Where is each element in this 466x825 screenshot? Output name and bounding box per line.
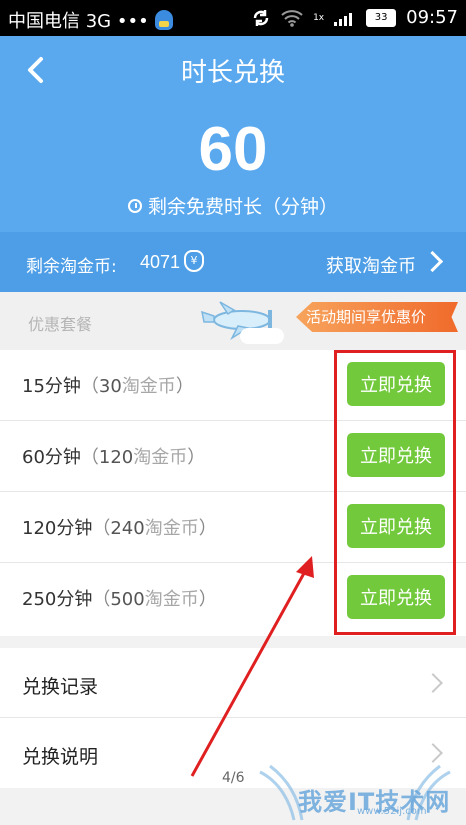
clock-icon [127, 198, 142, 213]
package-close-paren: ） [175, 376, 194, 397]
coin-bag-icon: ¥ [184, 250, 204, 272]
package-price: 240 [110, 518, 145, 539]
package-row: 60分钟（120淘金币） 立即兑换 [0, 421, 466, 492]
chevron-right-icon[interactable] [421, 250, 444, 273]
remaining-minutes-value: 60 [198, 115, 268, 184]
package-duration: 120分钟 [22, 518, 93, 539]
menu-item-label: 兑换记录 [22, 676, 99, 698]
coin-balance-value: 4071 [140, 252, 181, 272]
battery-icon: 33 [366, 8, 397, 27]
qq-notification-icon [154, 10, 173, 30]
package-unit: 淘金币 [133, 447, 188, 468]
redeem-button[interactable]: 立即兑换 [347, 575, 445, 619]
package-label: 60分钟（120淘金币） [22, 443, 205, 469]
package-price: 500 [110, 589, 145, 610]
coin-balance-label: 剩余淘金币: [26, 257, 117, 277]
remaining-time-label: 剩余免费时长（分钟） [147, 196, 338, 218]
package-duration: 60分钟 [22, 447, 81, 468]
package-close-paren: ） [187, 447, 206, 468]
sync-icon [253, 9, 269, 26]
package-close-paren: ） [198, 518, 217, 539]
package-row: 250分钟（500淘金币） 立即兑换 [0, 563, 466, 634]
wifi-icon [281, 9, 303, 27]
promo-banner: 活动期间享优惠价 [296, 302, 458, 332]
package-label: 15分钟（30淘金币） [22, 372, 194, 398]
header: 时长兑换 60 剩余免费时长（分钟） [0, 36, 466, 232]
watermark-url: www.52ij.com [357, 806, 427, 817]
package-open-paren: （ [80, 447, 99, 468]
package-open-paren: （ [92, 589, 111, 610]
clock-time: 09:57 [406, 7, 458, 28]
package-list: 15分钟（30淘金币） 立即兑换 60分钟（120淘金币） 立即兑换 120分钟… [0, 350, 466, 636]
package-close-paren: ） [198, 589, 217, 610]
package-unit: 淘金币 [144, 589, 199, 610]
package-row: 120分钟（240淘金币） 立即兑换 [0, 492, 466, 563]
package-label: 250分钟（500淘金币） [22, 585, 217, 611]
chevron-right-icon [423, 673, 443, 693]
get-coins-link[interactable]: 获取淘金币 [326, 252, 416, 278]
status-bar: 中国电信 3G ••• 1x 33 09:57 [0, 0, 466, 36]
redeem-button[interactable]: 立即兑换 [347, 504, 445, 548]
package-duration: 15分钟 [22, 376, 81, 397]
package-label: 120分钟（240淘金币） [22, 514, 217, 540]
package-price: 30 [98, 376, 122, 397]
package-duration: 250分钟 [22, 589, 93, 610]
package-row: 15分钟（30淘金币） 立即兑换 [0, 350, 466, 421]
package-price: 120 [98, 447, 134, 468]
redeem-button[interactable]: 立即兑换 [347, 362, 445, 406]
section-label: 优惠套餐 [28, 315, 93, 334]
coin-balance-bar: 剩余淘金币: 4071 ¥ 获取淘金币 [0, 232, 466, 292]
menu-item-redeem-history[interactable]: 兑换记录 [0, 648, 466, 718]
carrier-label: 中国电信 3G ••• [8, 11, 149, 32]
page-title: 时长兑换 [180, 58, 285, 88]
network-type-label: 1x [313, 12, 325, 23]
cloud-icon [240, 328, 284, 344]
remaining-time-caption: 剩余免费时长（分钟） [0, 192, 466, 219]
menu-item-label: 兑换说明 [22, 746, 99, 768]
package-unit: 淘金币 [144, 518, 199, 539]
package-open-paren: （ [80, 376, 99, 397]
promo-strip: 优惠套餐 活动期间享优惠价 [0, 292, 466, 350]
redeem-button[interactable]: 立即兑换 [347, 433, 445, 477]
signal-icon [334, 12, 353, 26]
package-unit: 淘金币 [121, 376, 176, 397]
package-open-paren: （ [92, 518, 111, 539]
page-indicator: 4/6 [222, 770, 245, 786]
